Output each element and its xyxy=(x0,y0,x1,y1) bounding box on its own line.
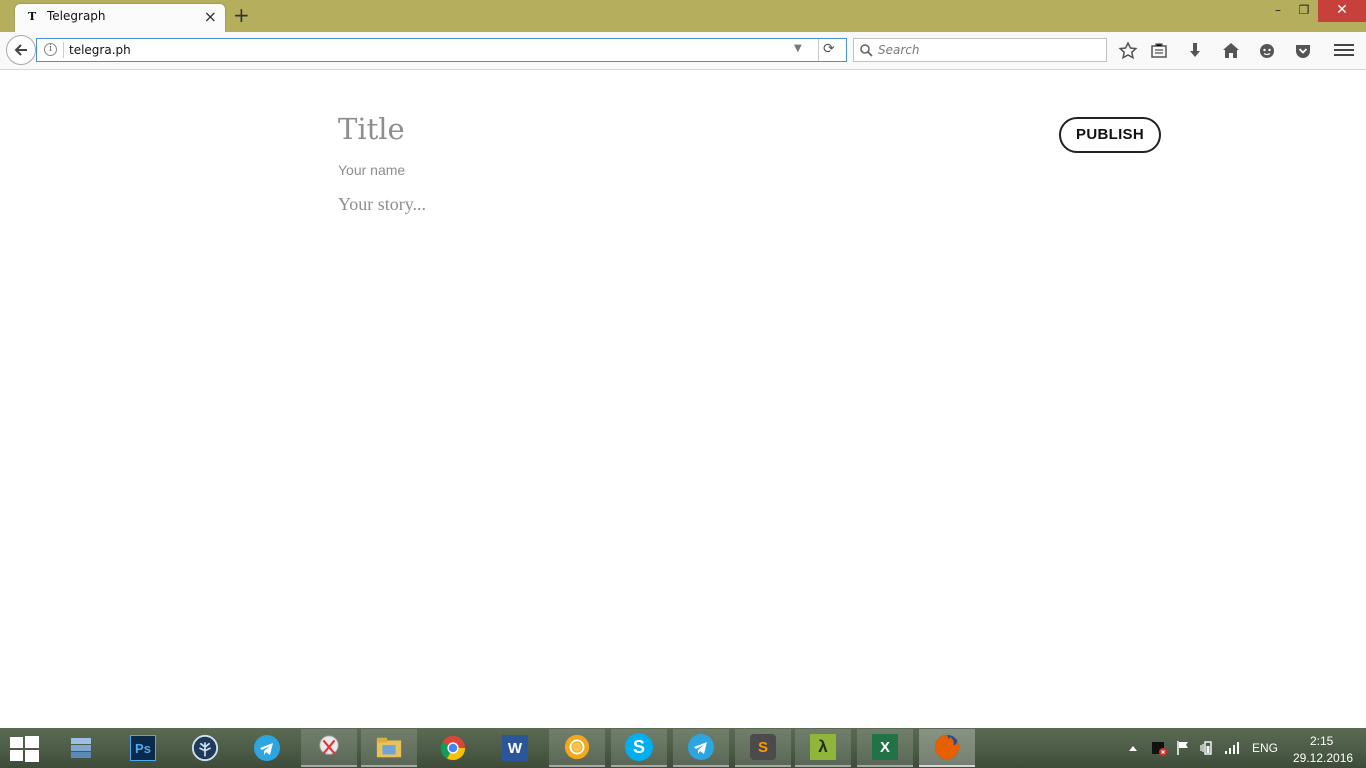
author-name-field[interactable]: Your name xyxy=(338,162,405,178)
close-window-button[interactable]: ✕ xyxy=(1318,0,1366,22)
security-alert-icon[interactable] xyxy=(1151,740,1167,756)
firefox-icon[interactable] xyxy=(919,729,975,767)
story-field[interactable]: Your story... xyxy=(338,194,426,215)
skype-icon[interactable]: S xyxy=(611,729,667,767)
reload-icon[interactable]: ⟳ xyxy=(823,41,835,57)
menu-icon[interactable] xyxy=(1334,41,1354,59)
input-language-indicator[interactable]: ENG xyxy=(1252,741,1278,755)
clock-time[interactable]: 2:15 xyxy=(1310,734,1333,748)
excel-icon[interactable]: X xyxy=(857,729,913,767)
close-tab-icon[interactable]: × xyxy=(204,7,217,26)
clock-date[interactable]: 29.12.2016 xyxy=(1293,751,1353,765)
tree-app-icon[interactable] xyxy=(177,729,233,767)
publish-button[interactable]: PUBLISH xyxy=(1059,117,1161,153)
network-signal-icon[interactable] xyxy=(1224,740,1240,756)
telegram-icon[interactable] xyxy=(239,729,295,767)
search-input[interactable] xyxy=(878,41,1102,59)
database-app-icon[interactable] xyxy=(53,729,109,767)
tab-title: Telegraph xyxy=(47,9,106,23)
home-icon[interactable] xyxy=(1220,40,1242,62)
back-arrow-icon xyxy=(14,44,27,56)
address-bar[interactable]: i telegra.ph ▼ ⟳ xyxy=(36,38,847,62)
browser-title-bar: T Telegraph × + – ❐ ✕ xyxy=(0,0,1366,33)
telegram-icon-2[interactable] xyxy=(673,729,729,767)
snipping-tool-icon[interactable] xyxy=(301,729,357,767)
chrome-canary-icon[interactable] xyxy=(549,729,605,767)
action-center-flag-icon[interactable] xyxy=(1176,740,1190,756)
photoshop-icon[interactable]: Ps xyxy=(115,729,171,767)
back-button[interactable] xyxy=(6,35,36,65)
battery-power-icon[interactable] xyxy=(1200,740,1216,756)
chrome-icon[interactable] xyxy=(425,729,481,767)
tab-telegraph[interactable]: T Telegraph × xyxy=(14,3,226,33)
lambda-app-icon[interactable]: λ xyxy=(795,729,851,767)
search-icon xyxy=(860,44,873,57)
chat-icon[interactable] xyxy=(1256,40,1278,62)
pocket-icon[interactable] xyxy=(1292,40,1314,62)
word-icon[interactable]: W xyxy=(487,729,543,767)
url-text[interactable]: telegra.ph xyxy=(69,43,131,57)
restore-window-button[interactable]: ❐ xyxy=(1292,0,1316,22)
search-bar[interactable] xyxy=(853,38,1107,62)
url-separator xyxy=(818,39,819,61)
sublime-text-icon[interactable]: S xyxy=(735,729,791,767)
site-info-icon[interactable]: i xyxy=(44,43,57,56)
url-divider xyxy=(63,42,64,58)
title-field[interactable]: Title xyxy=(338,112,405,146)
minimize-window-button[interactable]: – xyxy=(1266,0,1290,22)
show-hidden-icons-icon[interactable] xyxy=(1128,744,1138,752)
star-icon[interactable] xyxy=(1117,40,1139,62)
telegraph-favicon-icon: T xyxy=(28,10,37,23)
new-tab-button[interactable]: + xyxy=(233,3,250,27)
navigation-toolbar: i telegra.ph ▼ ⟳ xyxy=(0,32,1366,70)
reading-list-icon[interactable] xyxy=(1148,40,1170,62)
url-history-dropdown-icon[interactable]: ▼ xyxy=(794,43,802,54)
download-icon[interactable] xyxy=(1184,40,1206,62)
windows-taskbar: Ps W S S λ X ENG 2:15 29.12.2016 xyxy=(0,728,1366,768)
file-explorer-icon[interactable] xyxy=(361,729,417,767)
windows-start-icon[interactable] xyxy=(8,736,40,762)
